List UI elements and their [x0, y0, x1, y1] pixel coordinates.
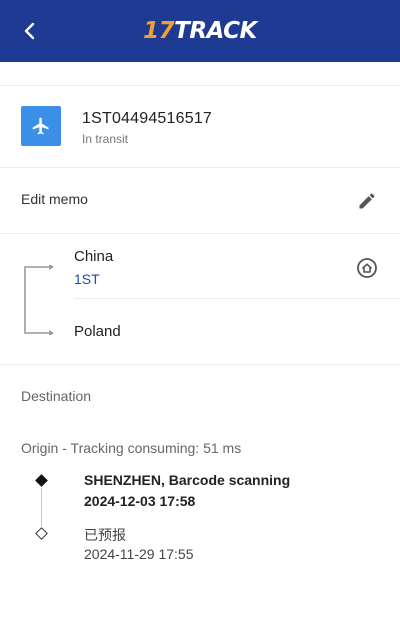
origin-country: China	[74, 248, 114, 265]
home-icon	[357, 258, 377, 278]
carrier-home-button[interactable]	[355, 256, 379, 280]
route-section: China 1ST Poland	[0, 234, 400, 365]
event-time: 2024-11-29 17:55	[84, 546, 194, 562]
logo-text: TRACK	[174, 18, 257, 44]
back-button[interactable]	[16, 17, 44, 45]
app-header: 17TRACK	[0, 0, 400, 62]
tracking-status: In transit	[82, 132, 129, 146]
tracking-summary: 1ST04494516517 In transit	[0, 86, 400, 168]
origin-section-label: Origin - Tracking consuming: 51 ms	[21, 440, 242, 456]
route-divider	[74, 298, 400, 299]
app-logo: 17TRACK	[143, 16, 257, 46]
pencil-icon	[359, 193, 375, 209]
event-time: 2024-12-03 17:58	[84, 493, 196, 509]
destination-country: Poland	[74, 323, 121, 340]
route-connector-icon	[24, 265, 54, 335]
airplane-icon	[32, 117, 49, 135]
tracking-number: 1ST04494516517	[82, 110, 213, 127]
event-title: SHENZHEN, Barcode scanning	[84, 472, 291, 488]
origin-carrier-link[interactable]: 1ST	[74, 271, 100, 287]
top-spacer	[0, 62, 400, 86]
edit-memo-button[interactable]	[355, 189, 379, 213]
memo-label: Edit memo	[21, 191, 88, 207]
memo-row[interactable]: Edit memo	[0, 168, 400, 234]
event-marker-past	[35, 527, 48, 540]
shipping-mode-badge	[21, 106, 61, 146]
event-title: 已预报	[84, 527, 126, 543]
destination-section-label: Destination	[21, 388, 92, 404]
chevron-left-icon	[24, 22, 35, 40]
timeline-connector	[41, 488, 42, 526]
event-marker-current	[35, 474, 48, 487]
logo-number: 17	[143, 18, 175, 44]
